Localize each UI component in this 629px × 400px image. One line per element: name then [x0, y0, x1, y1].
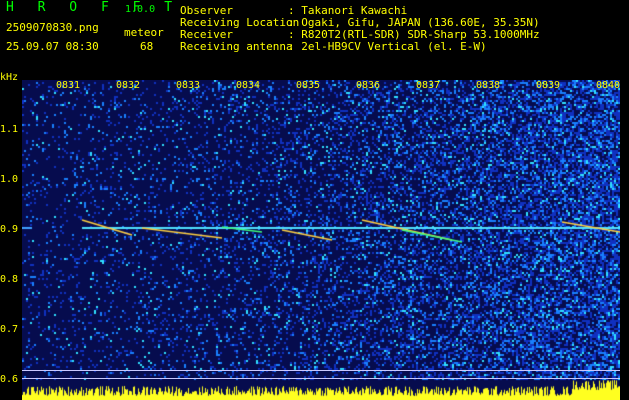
file-name: 2509070830.png: [6, 21, 99, 34]
x-tick-label: 0833: [175, 80, 201, 91]
x-tick-label: 0831: [55, 80, 81, 91]
meteor-label: meteor: [124, 26, 164, 39]
antenna-value: : 2el-HB9CV Vertical (el. E-W): [288, 40, 487, 53]
antenna-label: Receiving antenna: [180, 40, 293, 53]
marker-line: [22, 378, 620, 379]
x-tick-label: 0840: [595, 80, 621, 91]
x-tick-label: 0837: [415, 80, 441, 91]
hrofft-window: H R O F F T 1.0.0 2509070830.png meteor …: [0, 0, 629, 400]
marker-line: [22, 370, 620, 371]
app-version: 1.0.0: [125, 4, 156, 15]
y-tick-label: 0.7: [0, 324, 19, 335]
x-tick-label: 0836: [355, 80, 381, 91]
x-tick-label: 0832: [115, 80, 141, 91]
y-tick-label: 1.1: [0, 124, 19, 135]
x-tick-label: 0835: [295, 80, 321, 91]
y-tick-label: 0.8: [0, 274, 19, 285]
x-tick-label: 0839: [535, 80, 561, 91]
y-axis-unit: kHz: [0, 72, 19, 83]
y-tick-label: 0.6: [0, 374, 19, 385]
spectrogram: [22, 80, 620, 400]
meteor-count: 68: [140, 40, 154, 53]
y-tick-label: 0.9: [0, 224, 19, 235]
y-tick-label: 1.0: [0, 174, 19, 185]
spectrogram-canvas: [22, 80, 620, 400]
x-tick-label: 0838: [475, 80, 501, 91]
date-time: 25.09.07 08:30: [6, 40, 99, 53]
x-tick-label: 0834: [235, 80, 261, 91]
